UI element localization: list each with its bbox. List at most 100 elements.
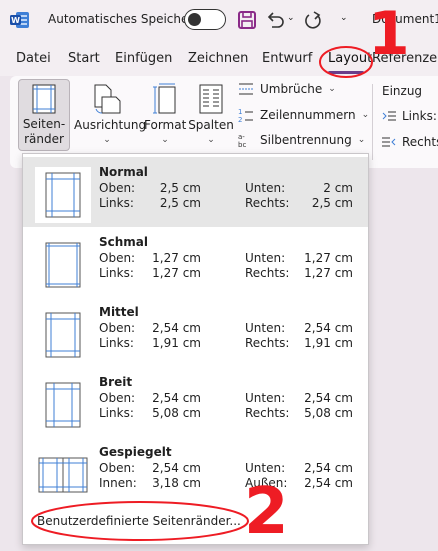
value-unten: 1,27 cm [304, 251, 353, 265]
word-logo-icon: W [10, 12, 29, 28]
format-button[interactable]: Format ⌄ [144, 79, 186, 151]
save-icon[interactable] [236, 9, 258, 31]
seitenraender-button[interactable]: Seiten- ränder ⌄ [18, 79, 70, 161]
chevron-down-icon: ⌄ [328, 84, 336, 94]
chevron-down-icon: ⌄ [361, 110, 370, 120]
seitenraender-label-2: ränder [24, 132, 64, 146]
undo-dropdown-chevron-icon[interactable]: ⌄ [287, 13, 295, 23]
value-unten: 2,54 cm [304, 461, 353, 475]
svg-text:W: W [11, 16, 20, 25]
tab-einfuegen[interactable]: Einfügen [115, 51, 172, 66]
margin-preset-normal[interactable]: Normal Oben: 2,5 cm Unten: 2 cm Links: 2… [23, 157, 368, 227]
tab-entwurf[interactable]: Entwurf [262, 51, 312, 66]
value-oben: 2,54 cm [152, 321, 201, 335]
margin-preset-breit[interactable]: Breit Oben: 2,54 cm Unten: 2,54 cm Links… [23, 367, 368, 437]
tab-datei[interactable]: Datei [16, 51, 51, 66]
label-rechts: Rechts: [245, 266, 290, 280]
label-unten: Unten: [245, 321, 286, 335]
custom-margins-menu-item[interactable]: Benutzerdefinierte Seitenränder... [37, 514, 241, 528]
label-links: Links: [99, 196, 134, 210]
margins-icon [32, 84, 56, 114]
ausrichtung-button[interactable]: Ausrichtung ⌄ [74, 79, 147, 151]
value-rechts: 5,08 cm [304, 406, 353, 420]
seitenraender-label-1: Seiten- [22, 117, 66, 131]
hyphenation-icon: a- bc [238, 133, 246, 148]
ribbon-separator [372, 84, 373, 160]
ausrichtung-label: Ausrichtung [74, 118, 147, 132]
label-links: Links: [99, 406, 134, 420]
label-oben: Oben: [99, 391, 136, 405]
chevron-down-icon: ⌄ [207, 135, 215, 145]
spalten-button[interactable]: Spalten ⌄ [188, 79, 234, 151]
tab-zeichnen[interactable]: Zeichnen [188, 51, 248, 66]
label-oben: Oben: [99, 181, 136, 195]
margin-preset-mittel[interactable]: Mittel Oben: 2,54 cm Unten: 2,54 cm Link… [23, 297, 368, 367]
value-unten: 2,54 cm [304, 321, 353, 335]
chevron-down-icon: ⌄ [357, 135, 366, 145]
label-links: Links: [99, 336, 134, 350]
label-links: Links: [99, 266, 134, 280]
label-innen: Innen: [99, 476, 137, 490]
label-oben: Oben: [99, 321, 136, 335]
value-unten: 2,54 cm [304, 391, 353, 405]
autosave-label: Automatisches Speichern [48, 12, 201, 26]
line-numbers-icon: 1 2 [238, 108, 253, 123]
label-rechts: Rechts: [245, 336, 290, 350]
value-links: 5,08 cm [152, 406, 201, 420]
value-rechts: 1,91 cm [304, 336, 353, 350]
value-links: 1,91 cm [152, 336, 201, 350]
label-unten: Unten: [245, 391, 286, 405]
label-unten: Unten: [245, 461, 286, 475]
orientation-icon [94, 84, 121, 114]
einzug-rechts[interactable]: Rechts [382, 135, 438, 149]
value-oben: 2,54 cm [152, 461, 201, 475]
label-oben: Oben: [99, 251, 136, 265]
breaks-icon [239, 83, 253, 95]
preset-name: Breit [99, 375, 133, 389]
label-oben: Oben: [99, 461, 136, 475]
annotation-number-1: 1 [368, 0, 410, 69]
value-rechts: 2,5 cm [311, 196, 353, 210]
label-rechts: Rechts: [245, 196, 290, 210]
undo-icon[interactable] [264, 9, 286, 31]
tab-layout[interactable]: Layout [328, 51, 372, 66]
page-margin-narrow-icon [45, 242, 81, 288]
customize-toolbar-chevron-icon[interactable]: ⌄ [340, 13, 348, 23]
zeilennummern-button[interactable]: 1 2 Zeilennummern ⌄ [238, 107, 369, 123]
autosave-toggle[interactable] [184, 9, 226, 30]
silbentrennung-label: Silbentrennung [260, 133, 352, 147]
margin-preset-schmal[interactable]: Schmal Oben: 1,27 cm Unten: 1,27 cm Link… [23, 227, 368, 297]
einzug-label: Einzug [382, 84, 423, 98]
redo-icon[interactable] [302, 9, 324, 31]
value-oben: 2,5 cm [159, 181, 201, 195]
preset-name: Normal [99, 165, 148, 179]
svg-text:bc: bc [238, 141, 246, 148]
spalten-label: Spalten [188, 118, 234, 132]
label-unten: Unten: [245, 251, 286, 265]
svg-text:1: 1 [238, 108, 242, 116]
columns-icon [199, 84, 223, 114]
preset-name: Mittel [99, 305, 139, 319]
value-aussen: 2,54 cm [304, 476, 353, 490]
umbrueche-label: Umbrüche [260, 82, 323, 96]
einzug-rechts-label: Rechts [402, 135, 438, 149]
tab-start[interactable]: Start [68, 51, 100, 66]
value-oben: 2,54 cm [152, 391, 201, 405]
chevron-down-icon: ⌄ [103, 135, 111, 145]
margin-preset-gespiegelt[interactable]: Gespiegelt Oben: 2,54 cm Unten: 2,54 cm … [23, 437, 368, 507]
value-links: 1,27 cm [152, 266, 201, 280]
value-unten: 2 cm [323, 181, 353, 195]
page-size-icon [153, 83, 176, 114]
preset-name: Schmal [99, 235, 149, 249]
page-margin-normal-icon [45, 172, 81, 218]
label-unten: Unten: [245, 181, 286, 195]
umbrueche-button[interactable]: Umbrüche ⌄ [238, 82, 336, 96]
preset-name: Gespiegelt [99, 445, 172, 459]
value-innen: 3,18 cm [152, 476, 201, 490]
silbentrennung-button[interactable]: a- bc Silbentrennung ⌄ [238, 132, 365, 148]
chevron-down-icon: ⌄ [161, 135, 169, 145]
page-margin-wide-icon [45, 382, 81, 428]
page-margin-moderate-icon [45, 312, 81, 358]
value-oben: 1,27 cm [152, 251, 201, 265]
einzug-links[interactable]: Links: [382, 109, 437, 123]
